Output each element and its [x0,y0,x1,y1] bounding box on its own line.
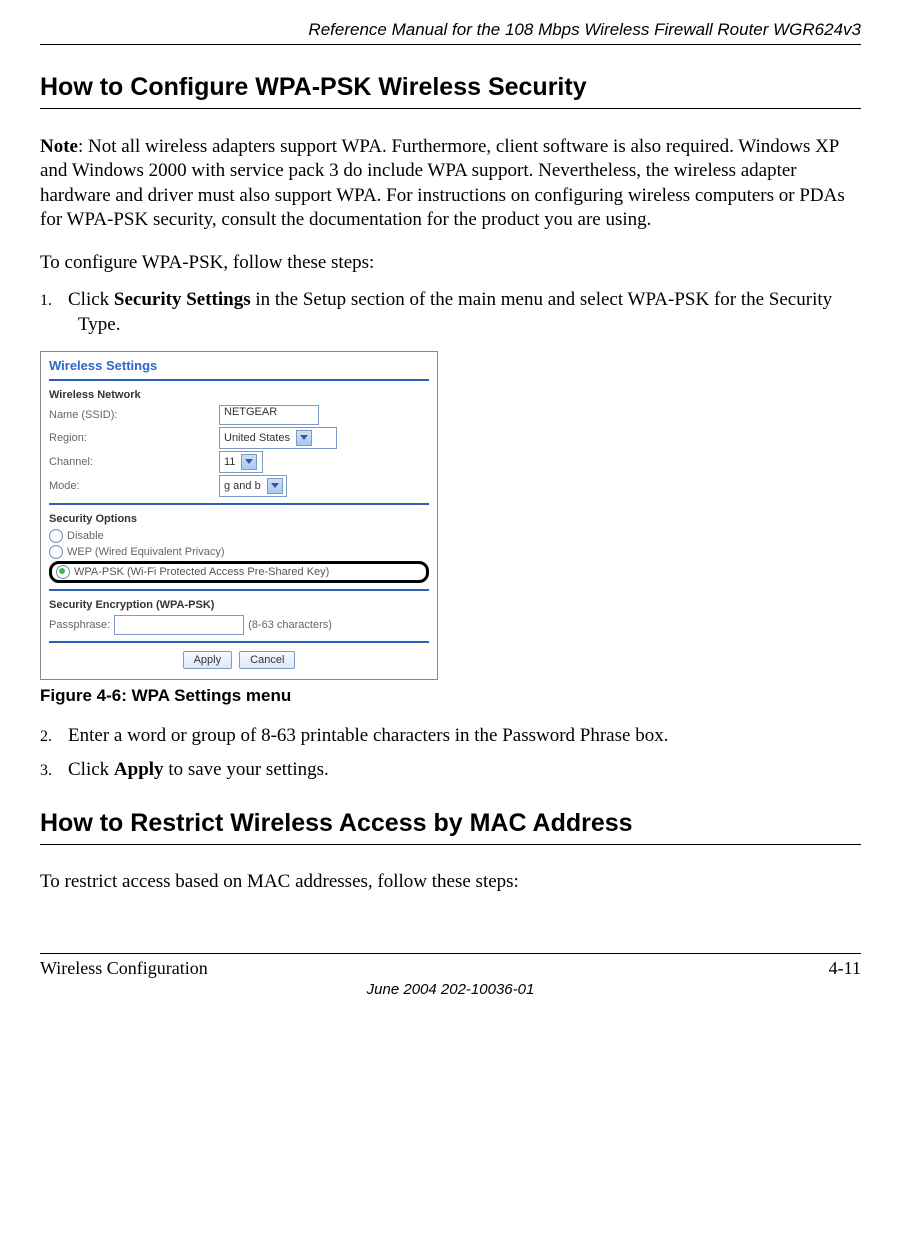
radio-wep-row[interactable]: WEP (Wired Equivalent Privacy) [49,545,429,559]
ss-security-options-header: Security Options [49,513,429,525]
figure-wrapper: Wireless Settings Wireless Network Name … [40,351,861,680]
page-header: Reference Manual for the 108 Mbps Wirele… [40,20,861,45]
note-body: : Not all wireless adapters support WPA.… [40,136,845,230]
channel-value: 11 [224,456,235,468]
mode-label: Mode: [49,480,219,492]
divider [49,641,429,643]
step-number: 2. [40,727,68,747]
channel-label: Channel: [49,456,219,468]
step-3: 3.Click Apply to save your settings. [40,758,861,782]
radio-wpa-highlight: WPA-PSK (Wi-Fi Protected Access Pre-Shar… [49,561,429,583]
cancel-button[interactable]: Cancel [239,651,295,669]
chevron-down-icon [267,478,283,494]
passphrase-label: Passphrase: [49,619,110,631]
intro-text: To configure WPA-PSK, follow these steps… [40,252,861,274]
step-number: 1. [40,291,68,311]
region-value: United States [224,432,290,444]
radio-icon [49,545,63,559]
note-paragraph: Note: Not all wireless adapters support … [40,135,861,232]
ss-wireless-network-header: Wireless Network [49,389,429,401]
wireless-settings-screenshot: Wireless Settings Wireless Network Name … [40,351,438,680]
step-number: 3. [40,761,68,781]
mode-value: g and b [224,480,261,492]
radio-disable-row[interactable]: Disable [49,529,429,543]
region-select[interactable]: United States [219,427,337,449]
ss-title: Wireless Settings [49,358,429,373]
note-label: Note [40,136,78,157]
ssid-label: Name (SSID): [49,409,219,421]
radio-icon [49,529,63,543]
radio-wpa-label: WPA-PSK (Wi-Fi Protected Access Pre-Shar… [74,566,329,578]
apply-button[interactable]: Apply [183,651,233,669]
channel-select[interactable]: 11 [219,451,263,473]
divider [49,503,429,505]
step-2: 2.Enter a word or group of 8-63 printabl… [40,724,861,748]
passphrase-input[interactable] [114,615,244,635]
step-3-prefix: Click [68,759,114,780]
divider [49,379,429,381]
footer-page-number: 4-11 [829,958,861,979]
region-label: Region: [49,432,219,444]
step-3-suffix: to save your settings. [164,759,329,780]
radio-disable-label: Disable [67,530,104,542]
chevron-down-icon [296,430,312,446]
footer-center: June 2004 202-10036-01 [40,981,861,998]
mode-select[interactable]: g and b [219,475,287,497]
passphrase-hint: (8-63 characters) [248,619,332,631]
chevron-down-icon [241,454,257,470]
section-heading-mac: How to Restrict Wireless Access by MAC A… [40,809,861,845]
footer-left: Wireless Configuration [40,958,208,979]
figure-caption: Figure 4-6: WPA Settings menu [40,686,861,706]
step-1: 1.Click Security Settings in the Setup s… [40,288,861,337]
divider [49,589,429,591]
step-3-bold: Apply [114,759,164,780]
ssid-input[interactable]: NETGEAR [219,405,319,425]
step-2-text: Enter a word or group of 8-63 printable … [68,725,668,746]
radio-wep-label: WEP (Wired Equivalent Privacy) [67,546,225,558]
step-1-prefix: Click [68,289,114,310]
section-heading-wpa: How to Configure WPA-PSK Wireless Securi… [40,73,861,109]
step-1-bold: Security Settings [114,289,251,310]
intro-text-2: To restrict access based on MAC addresse… [40,871,861,893]
radio-icon-checked[interactable] [56,565,70,579]
ss-encryption-header: Security Encryption (WPA-PSK) [49,599,429,611]
